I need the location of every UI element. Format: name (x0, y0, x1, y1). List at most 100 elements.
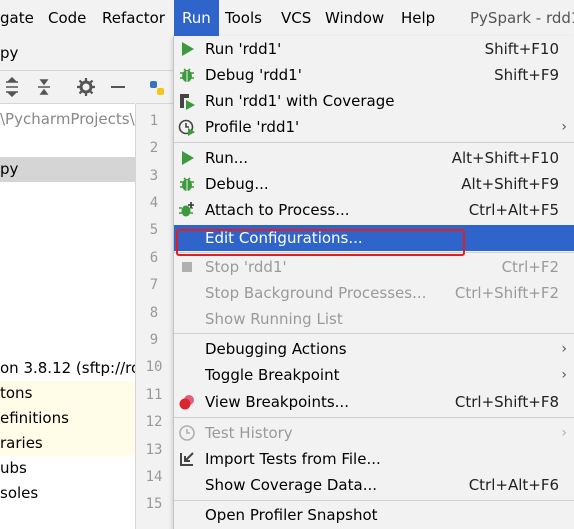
line-number: 5 (149, 222, 159, 238)
menu-item-import-tests[interactable]: Import Tests from File... (174, 446, 574, 472)
coverage-icon (178, 92, 196, 110)
line-number: 12 (145, 414, 163, 430)
line-number: 8 (149, 305, 159, 321)
window-title: PySpark - rdd1 (470, 9, 574, 27)
project-tree-item[interactable]: on 3.8.12 (sftp://ro (0, 356, 135, 381)
menu-item-shortcut: Alt+Shift+F10 (451, 149, 559, 167)
debug-bug-icon (178, 66, 196, 84)
menu-item-shortcut: Shift+F9 (494, 66, 559, 84)
breadcrumb[interactable]: py (0, 36, 18, 70)
project-tree-item[interactable]: ubs (0, 456, 135, 481)
project-tree-item[interactable]: soles (0, 481, 135, 506)
menu-item-test-history[interactable]: Test History › (174, 420, 574, 446)
python-file-icon[interactable] (148, 79, 166, 97)
project-panel: \PycharmProjects\ py on 3.8.12 (sftp://r… (0, 104, 136, 529)
menu-item-debugging-actions[interactable]: Debugging Actions › (174, 336, 574, 362)
menu-code[interactable]: Code (48, 0, 86, 36)
menu-window[interactable]: Window (325, 0, 384, 36)
menu-separator (174, 500, 574, 501)
menu-bar: gate Code Refactor Run Tools VCS Window … (0, 0, 574, 36)
profile-clock-icon (178, 118, 196, 136)
menu-item-label: Run 'rdd1' (205, 40, 282, 58)
line-number: 3 (149, 168, 159, 184)
menu-item-label: Test History (205, 424, 293, 442)
gear-icon[interactable] (76, 77, 96, 97)
menu-item-label: Run 'rdd1' with Coverage (205, 92, 395, 110)
collapse-all-icon[interactable] (34, 77, 54, 97)
menu-item-run-rdd1[interactable]: Run 'rdd1' Shift+F10 (174, 36, 574, 62)
menu-item-toggle-breakpoint[interactable]: Toggle Breakpoint › (174, 362, 574, 388)
menu-item-shortcut: Ctrl+Shift+F2 (454, 284, 559, 302)
menu-help[interactable]: Help (401, 0, 435, 36)
menu-separator (174, 417, 574, 418)
menu-item-label: View Breakpoints... (205, 393, 349, 411)
chevron-right-icon: › (561, 341, 567, 357)
menu-item-label: Show Coverage Data... (205, 476, 377, 494)
menu-item-stop-background-processes[interactable]: Stop Background Processes... Ctrl+Shift+… (174, 280, 574, 306)
menu-item-shortcut: Ctrl+Alt+F5 (468, 201, 559, 219)
line-number: 4 (149, 195, 159, 211)
menu-vcs[interactable]: VCS (281, 0, 311, 36)
editor-gutter: 1 2 3 4 5 6 7 8 9 10 11 12 13 14 15 (136, 104, 174, 529)
menu-item-label: Show Running List (205, 310, 343, 328)
menu-item-stop-rdd1[interactable]: Stop 'rdd1' Ctrl+F2 (174, 254, 574, 280)
import-arrow-icon (178, 450, 196, 468)
expand-all-icon[interactable] (2, 76, 22, 98)
menu-item-open-profiler-snapshot[interactable]: Open Profiler Snapshot (174, 502, 574, 528)
breakpoints-icon (178, 393, 196, 411)
menu-separator (174, 333, 574, 334)
menu-item-label: Attach to Process... (205, 201, 350, 219)
line-number: 14 (145, 469, 163, 485)
menu-item-label: Stop 'rdd1' (205, 258, 287, 276)
menu-item-shortcut: Alt+Shift+F9 (461, 175, 559, 193)
line-number: 9 (149, 332, 159, 348)
menu-item-shortcut: Ctrl+Shift+F8 (454, 393, 559, 411)
history-clock-icon (178, 424, 196, 442)
menu-item-label: Run... (205, 149, 249, 167)
menu-item-attach-to-process[interactable]: Attach to Process... Ctrl+Alt+F5 (174, 197, 574, 223)
menu-item-label: Profile 'rdd1' (205, 118, 300, 136)
menu-item-run-ellipsis[interactable]: Run... Alt+Shift+F10 (174, 145, 574, 171)
project-tree-item[interactable]: raries (0, 431, 135, 456)
attach-debugger-icon (178, 201, 196, 219)
menu-item-shortcut: Ctrl+F2 (501, 258, 559, 276)
run-icon (178, 149, 196, 167)
stop-icon (178, 258, 196, 276)
menu-item-run-with-coverage[interactable]: Run 'rdd1' with Coverage (174, 88, 574, 114)
project-tree-item[interactable]: tons (0, 381, 135, 406)
chevron-right-icon: › (561, 367, 567, 383)
menu-item-profile-rdd1[interactable]: Profile 'rdd1' › (174, 114, 574, 140)
run-icon (178, 40, 196, 58)
menu-item-label: Debug 'rdd1' (205, 66, 302, 84)
menu-item-label: Toggle Breakpoint (205, 366, 340, 384)
line-number: 6 (149, 250, 159, 266)
menu-item-label: Stop Background Processes... (205, 284, 427, 302)
line-number: 15 (145, 496, 163, 512)
menu-item-debug-rdd1[interactable]: Debug 'rdd1' Shift+F9 (174, 62, 574, 88)
menu-item-shortcut: Shift+F10 (484, 40, 559, 58)
project-toolbar (0, 71, 135, 104)
menu-item-label: Debugging Actions (205, 340, 347, 358)
line-number: 11 (145, 387, 163, 403)
line-number: 2 (149, 140, 159, 156)
menu-run[interactable]: Run (174, 0, 219, 36)
menu-item-label: Debug... (205, 175, 269, 193)
menu-tools[interactable]: Tools (225, 0, 262, 36)
line-number: 1 (149, 113, 159, 129)
line-number: 10 (145, 359, 163, 375)
menu-refactor[interactable]: Refactor (102, 0, 165, 36)
menu-navigate[interactable]: gate (0, 0, 34, 36)
menu-item-view-breakpoints[interactable]: View Breakpoints... Ctrl+Shift+F8 (174, 389, 574, 415)
line-number: 13 (145, 442, 163, 458)
project-tree-item[interactable]: py (0, 157, 135, 182)
minimize-icon[interactable] (108, 77, 128, 97)
menu-item-label: Open Profiler Snapshot (205, 506, 378, 524)
highlight-box (176, 229, 465, 256)
menu-item-show-coverage-data[interactable]: Show Coverage Data... Ctrl+Alt+F6 (174, 472, 574, 498)
menu-item-debug-ellipsis[interactable]: Debug... Alt+Shift+F9 (174, 171, 574, 197)
project-path[interactable]: \PycharmProjects\ (0, 107, 135, 132)
chevron-right-icon: › (561, 119, 567, 135)
menu-item-show-running-list[interactable]: Show Running List (174, 306, 574, 332)
project-tree-item[interactable]: efinitions (0, 406, 135, 431)
chevron-right-icon: › (561, 425, 567, 441)
